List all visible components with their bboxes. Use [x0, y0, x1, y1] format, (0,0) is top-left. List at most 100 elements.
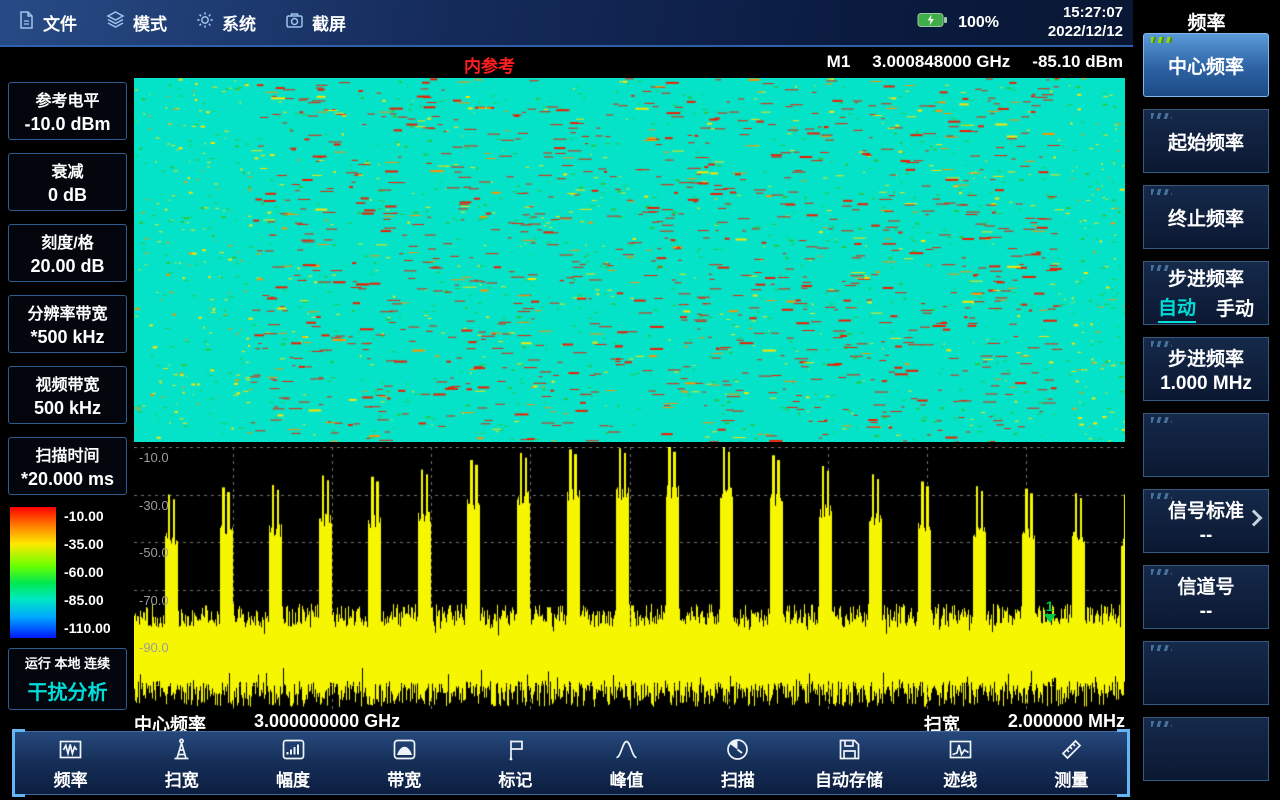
corner-decal-icon	[1151, 341, 1172, 347]
corner-decal-icon	[1151, 37, 1172, 43]
marker-triangle-icon	[1044, 614, 1056, 623]
toolbar-amplitude[interactable]: 幅度	[237, 732, 348, 794]
y-axis-label: -70.0	[139, 593, 169, 608]
autosave-icon	[836, 736, 863, 763]
toolbar-autosave[interactable]: 自动存储	[793, 732, 904, 794]
run-mode-block: 运行 本地 连续 干扰分析	[8, 648, 127, 710]
y-axis-label: -10.0	[139, 450, 169, 465]
softkey-step-frequency-mode[interactable]: 步进频率 自动 手动	[1143, 261, 1269, 325]
spectrum-canvas[interactable]	[134, 447, 1125, 710]
corner-decal-icon	[1151, 569, 1172, 575]
toolbar-trace[interactable]: 迹线	[905, 732, 1016, 794]
colorbar-label: -60.00	[64, 564, 126, 580]
softkey-channel-number[interactable]: 信道号 --	[1143, 565, 1269, 629]
toolbar-right-bracket	[1117, 729, 1130, 797]
top-menu-bar: 文件 模式 系统 截屏 100% 15:27:07 2022/12/12	[0, 0, 1133, 47]
y-axis-label: -90.0	[139, 640, 169, 655]
corner-decal-icon	[1151, 645, 1172, 651]
measurement-mode-name: 干扰分析	[28, 676, 108, 705]
corner-decal-icon	[1151, 721, 1172, 727]
scale-per-div-block[interactable]: 刻度/格 20.00 dB	[8, 224, 127, 282]
marker-1-id: 1	[1046, 599, 1054, 613]
trace-icon	[947, 736, 974, 763]
menu-screenshot-label: 截屏	[312, 10, 346, 35]
toolbar-frequency[interactable]: 频率	[15, 732, 126, 794]
bandwidth-icon	[391, 736, 418, 763]
colorbar-label: -35.00	[64, 536, 126, 552]
reference-source-label: 内参考	[464, 52, 515, 77]
vbw-block[interactable]: 视频带宽 500 kHz	[8, 366, 127, 424]
menu-file[interactable]: 文件	[16, 10, 77, 35]
battery-percent: 100%	[958, 14, 999, 32]
menu-system-label: 系统	[222, 10, 256, 35]
vbw-title: 视频带宽	[35, 371, 99, 395]
colorbar-label: -85.00	[64, 592, 126, 608]
softkey-panel: 频率 中心频率 起始频率 终止频率 步进频率 自动 手动 步进频率 1.000 …	[1133, 0, 1280, 800]
rbw-block[interactable]: 分辨率带宽 *500 kHz	[8, 295, 127, 353]
y-axis-label: -30.0	[139, 498, 169, 513]
span-icon	[168, 736, 195, 763]
frequency-icon	[57, 736, 84, 763]
toolbar-marker[interactable]: 标记	[460, 732, 571, 794]
menu-system[interactable]: 系统	[195, 10, 256, 35]
corner-decal-icon	[1151, 189, 1172, 195]
spectrogram-canvas[interactable]	[134, 78, 1125, 442]
measure-icon	[1058, 736, 1085, 763]
scale-per-div-value: 20.00 dB	[30, 256, 104, 277]
spectrum-plot[interactable]: -10.0 -30.0 -50.0 -70.0 -90.0 1	[134, 447, 1125, 710]
corner-decal-icon	[1151, 265, 1172, 271]
softkey-blank-3[interactable]	[1143, 717, 1269, 781]
softkey-start-frequency[interactable]: 起始频率	[1143, 109, 1269, 173]
menu-screenshot[interactable]: 截屏	[284, 10, 346, 35]
toolbar-sweep[interactable]: 扫描	[682, 732, 793, 794]
system-gear-icon	[195, 10, 215, 35]
screenshot-camera-icon	[284, 10, 305, 35]
sweep-time-block[interactable]: 扫描时间 *20.000 ms	[8, 437, 127, 495]
toolbar-bandwidth[interactable]: 带宽	[349, 732, 460, 794]
softkey-blank-2[interactable]	[1143, 641, 1269, 705]
amplitude-icon	[280, 736, 307, 763]
vbw-value: 500 kHz	[34, 398, 101, 419]
ref-level-block[interactable]: 参考电平 -10.0 dBm	[8, 82, 127, 140]
menu-file-label: 文件	[43, 10, 77, 35]
menu-mode[interactable]: 模式	[105, 10, 167, 35]
topbar-status-cluster: 100% 15:27:07 2022/12/12	[917, 4, 1133, 42]
clock-date: 2022/12/12	[1023, 23, 1123, 42]
sweep-time-value: *20.000 ms	[21, 469, 114, 490]
mode-layers-icon	[105, 10, 126, 35]
battery-icon	[917, 12, 948, 33]
attenuation-block[interactable]: 衰减 0 dB	[8, 153, 127, 211]
y-axis-label: -50.0	[139, 545, 169, 560]
corner-decal-icon	[1151, 417, 1172, 423]
softkey-signal-standard[interactable]: 信号标准 --	[1143, 489, 1269, 553]
marker-amplitude: -85.10 dBm	[1032, 52, 1123, 72]
softkey-stop-frequency[interactable]: 终止频率	[1143, 185, 1269, 249]
toolbar-left-bracket	[12, 729, 25, 797]
ref-level-title: 参考电平	[35, 87, 99, 111]
marker-flag-icon	[502, 736, 529, 763]
step-manual-option[interactable]: 手动	[1216, 294, 1254, 321]
toolbar-peak[interactable]: 峰值	[571, 732, 682, 794]
scale-per-div-title: 刻度/格	[41, 229, 93, 253]
attenuation-title: 衰减	[51, 158, 83, 182]
ref-level-value: -10.0 dBm	[24, 114, 110, 135]
softkey-center-frequency[interactable]: 中心频率	[1143, 33, 1269, 97]
amplitude-colorbar	[10, 507, 56, 638]
sweep-time-title: 扫描时间	[35, 442, 99, 466]
toolbar-measure[interactable]: 测量	[1016, 732, 1127, 794]
analyzer-screen: 文件 模式 系统 截屏 100% 15:27:07 2022/12/12 内参考…	[0, 0, 1280, 800]
colorbar-label: -10.00	[64, 508, 126, 524]
clock: 15:27:07 2022/12/12	[1023, 4, 1123, 42]
run-status-text: 运行 本地 连续	[25, 653, 110, 672]
spectrogram-waterfall[interactable]	[134, 78, 1125, 442]
toolbar-span[interactable]: 扫宽	[126, 732, 237, 794]
submenu-arrow-icon	[1246, 510, 1263, 527]
file-icon	[16, 10, 36, 35]
softkey-blank-1[interactable]	[1143, 413, 1269, 477]
softkey-step-frequency-value[interactable]: 步进频率 1.000 MHz	[1143, 337, 1269, 401]
step-auto-option[interactable]: 自动	[1158, 293, 1196, 323]
attenuation-value: 0 dB	[48, 185, 87, 206]
marker-name: M1	[827, 52, 851, 72]
status-row: 内参考 M1 3.000848000 GHz -85.10 dBm	[134, 48, 1125, 76]
sweep-icon	[724, 736, 751, 763]
